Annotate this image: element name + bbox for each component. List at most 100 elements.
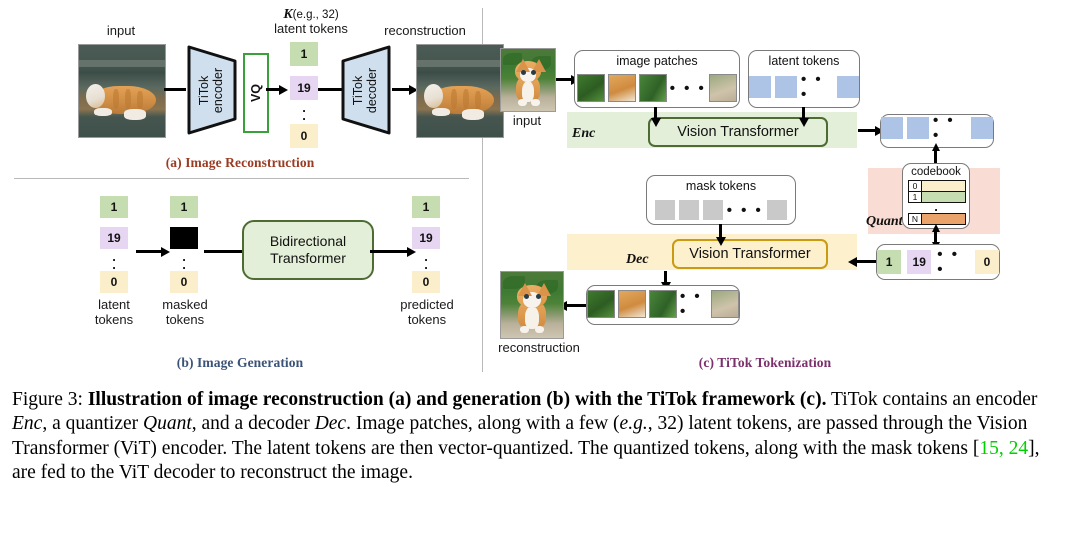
figure-caption-rest-3: , and a decoder bbox=[191, 413, 315, 435]
patch-thumb bbox=[618, 290, 646, 318]
patch-thumb bbox=[587, 290, 615, 318]
panel-b-predicted-label: predicted tokens bbox=[390, 297, 464, 327]
panel-b-predicted-token-2: 0 bbox=[412, 271, 440, 293]
mask-token-square bbox=[654, 200, 675, 220]
panel-c-image-patches-box: image patches • • • bbox=[574, 50, 740, 108]
figure-caption-ref-2[interactable]: 24 bbox=[1009, 438, 1029, 459]
panel-c-enc-name: Enc bbox=[572, 126, 596, 141]
patch-thumb bbox=[709, 74, 738, 102]
panel-a-vq-label: VQ bbox=[249, 83, 263, 103]
panel-c-quantized-dots: • • • bbox=[937, 246, 960, 278]
panel-c-output-patches-box: • • • bbox=[586, 285, 740, 325]
panel-c-mask-tokens-box: mask tokens • • • bbox=[646, 175, 796, 225]
panel-a-encoder-label-1: TiTok bbox=[197, 75, 212, 105]
encoded-token-square bbox=[907, 117, 929, 139]
panel-b-masked-label-2: tokens bbox=[165, 311, 205, 327]
panel-a-tokens-eg: (e.g., 32) bbox=[292, 9, 339, 21]
panel-a-token-0: 1 bbox=[290, 42, 318, 66]
panel-c-image-patches-title: image patches bbox=[616, 54, 698, 68]
panel-c-codebook-box: codebook 0 1 .. N bbox=[902, 163, 970, 229]
panel-b-predicted-token-1: 19 bbox=[412, 227, 440, 249]
panel-a-arrow-tokens-to-decoder bbox=[318, 88, 342, 91]
panel-c-outpatch-dots: • • • bbox=[680, 288, 703, 320]
patch-thumb bbox=[711, 290, 739, 318]
panel-c-reconstruction-label: reconstruction bbox=[498, 340, 580, 355]
latent-token-square bbox=[837, 76, 859, 98]
panel-b-arrow-latent-to-masked bbox=[136, 246, 170, 257]
codebook-row-bar bbox=[922, 214, 965, 224]
panel-c-arrow-latent-to-vit bbox=[798, 107, 809, 127]
panel-c-latent-tokens-box: latent tokens • • • bbox=[748, 50, 860, 108]
panel-b-bidirectional-transformer: Bidirectional Transformer bbox=[242, 220, 374, 280]
mask-token-square bbox=[702, 200, 723, 220]
panel-a-input-photo bbox=[78, 44, 166, 138]
panel-b-transformer-label-1: Bidirectional bbox=[269, 232, 347, 249]
codebook-row-bar bbox=[922, 192, 965, 202]
quantized-token: 0 bbox=[974, 250, 999, 274]
panel-c-latent-dots: • • • bbox=[801, 71, 824, 103]
panel-b-masked-label-1: masked bbox=[162, 297, 208, 312]
figure-graphic: input TiTok encoder VQ K(e.g., 32) latent… bbox=[0, 0, 1080, 380]
latent-token-square bbox=[775, 76, 797, 98]
panel-c-quantized-tokens-box: 1 19 • • • 0 bbox=[876, 244, 1000, 280]
panel-a-arrow-input-to-encoder bbox=[164, 88, 186, 91]
figure-caption: Figure 3: Illustration of image reconstr… bbox=[12, 388, 1068, 486]
figure-caption-ref-1[interactable]: 15 bbox=[979, 438, 999, 459]
panel-c-codebook-title: codebook bbox=[911, 166, 961, 178]
panel-a-reconstruction-photo bbox=[416, 44, 504, 138]
figure-caption-rest-2: , a quantizer bbox=[42, 413, 144, 435]
panel-a-token-1: 19 bbox=[290, 76, 318, 100]
panel-b-latent-token-0: 1 bbox=[100, 196, 128, 218]
figure-caption-rest-4: . Image patches, along with a few ( bbox=[346, 413, 620, 435]
panel-c-arrow-vit-to-outpatches bbox=[660, 271, 671, 291]
panel-c-arrow-vit-to-tokens bbox=[858, 125, 884, 136]
panel-c-patches-dots: • • • bbox=[669, 79, 707, 97]
codebook-row-index: N bbox=[909, 214, 922, 224]
encoded-token-square bbox=[971, 117, 993, 139]
panel-c-quant-name: Quant bbox=[866, 214, 903, 229]
panel-c-caption: (c) TiTok Tokenization bbox=[698, 355, 832, 370]
patch-thumb bbox=[649, 290, 677, 318]
panel-c-reconstruction-photo bbox=[500, 271, 564, 339]
panel-b-arrow-masked-to-transformer bbox=[204, 250, 242, 253]
quantized-token: 19 bbox=[907, 250, 932, 274]
panel-a-output-label: reconstruction bbox=[384, 23, 466, 38]
panel-b-masked-label: masked tokens bbox=[152, 297, 218, 327]
panel-c-arrow-mask-to-vit bbox=[715, 224, 726, 246]
panel-a-decoder-label-2: decoder bbox=[365, 67, 379, 113]
panel-a-token-2: 0 bbox=[290, 124, 318, 148]
panel-b-caption: (b) Image Generation bbox=[176, 355, 304, 370]
panel-b-latent-token-2: 0 bbox=[100, 271, 128, 293]
panel-c-arrow-patches-to-vit bbox=[650, 107, 661, 127]
panel-b-masked-token-mask bbox=[170, 227, 198, 249]
panel-a-decoder-label-1: TiTok bbox=[351, 75, 366, 105]
panel-a-arrow-decoder-to-output bbox=[392, 84, 418, 95]
panel-c-encoded-dots: • • • bbox=[933, 112, 956, 144]
figure-caption-quant: Quant bbox=[143, 413, 192, 435]
panel-c-vit-decoder: Vision Transformer bbox=[672, 239, 828, 269]
mask-token-square bbox=[767, 200, 788, 220]
codebook-row-index: 0 bbox=[909, 181, 922, 191]
panel-b-predicted-token-0: 1 bbox=[412, 196, 440, 218]
panel-b-latent-label: latent tokens bbox=[84, 297, 144, 327]
panel-a-vq-box: VQ bbox=[243, 53, 269, 133]
mask-token-square bbox=[678, 200, 699, 220]
encoded-token-square bbox=[881, 117, 903, 139]
panel-c-latent-tokens-title: latent tokens bbox=[768, 54, 840, 68]
panel-b-transformer-label-2: Transformer bbox=[270, 250, 346, 266]
panel-a-input-label: input bbox=[106, 23, 136, 38]
figure-caption-dec: Dec bbox=[314, 413, 347, 435]
panel-c-mask-dots: • • • bbox=[726, 201, 764, 219]
panel-b-latent-label-1: latent bbox=[98, 297, 130, 312]
panel-c-arrow-input-to-patches bbox=[556, 74, 580, 85]
panel-a-decoder-shape: TiTok decoder bbox=[340, 44, 392, 136]
panel-b-arrow-transformer-to-predicted bbox=[370, 246, 416, 257]
panel-c-mask-tokens-title: mask tokens bbox=[685, 179, 757, 193]
latent-token-square bbox=[749, 76, 771, 98]
panel-a-encoder-shape: TiTok encoder bbox=[186, 44, 238, 136]
patch-thumb bbox=[576, 74, 605, 102]
panel-a-caption: (a) Image Reconstruction bbox=[165, 155, 315, 170]
panel-c-arrow-tokens-codebook bbox=[931, 143, 940, 171]
panel-a-tokens-k: K bbox=[283, 7, 293, 22]
patch-thumb bbox=[638, 74, 667, 102]
